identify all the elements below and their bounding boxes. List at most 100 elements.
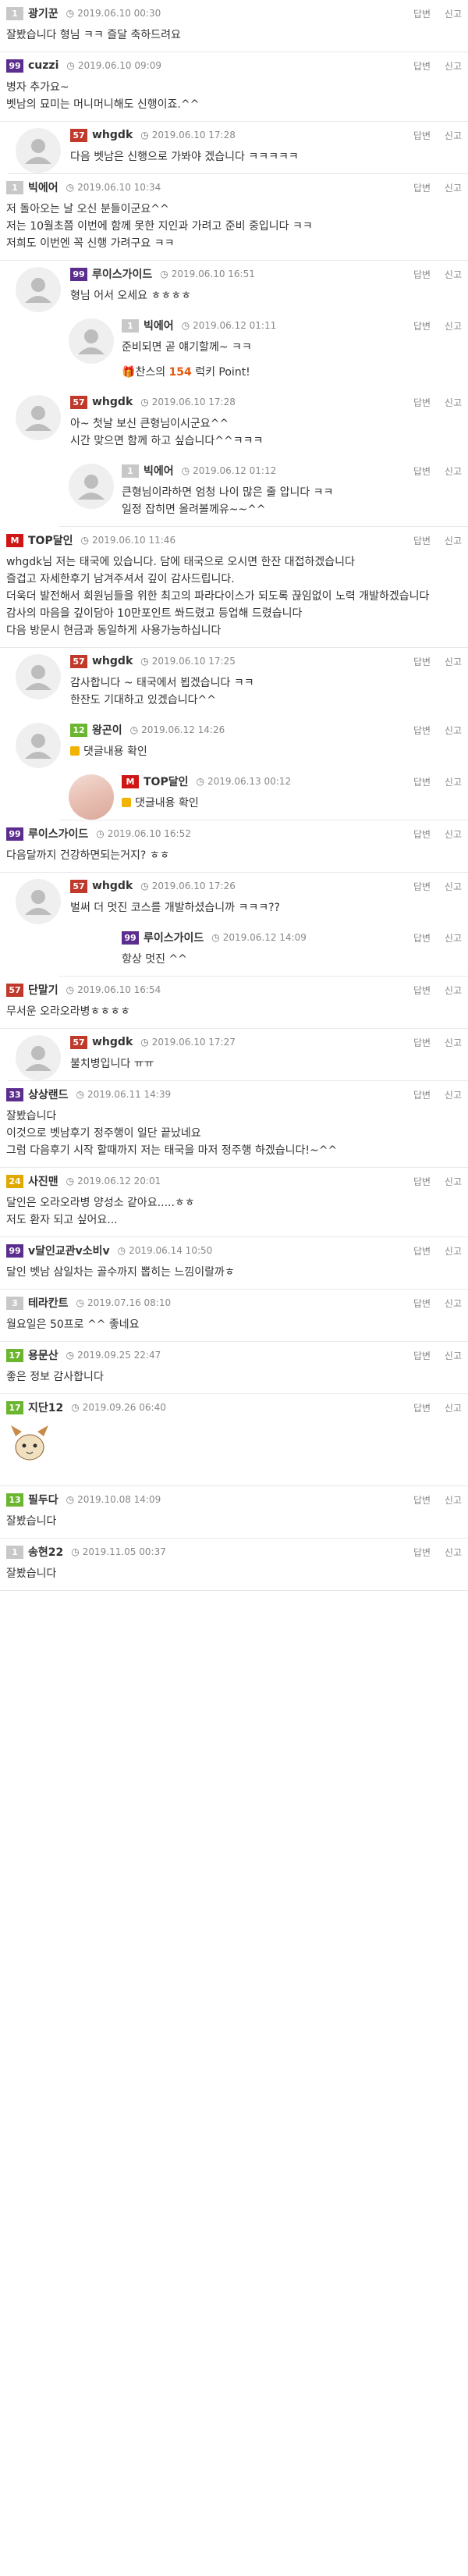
nickname[interactable]: 광기꾼 [28,5,58,21]
report-button[interactable]: 신고 [445,933,462,944]
avatar[interactable] [16,879,61,924]
nickname[interactable]: v달인교관v소비v [28,1243,110,1258]
nickname[interactable]: 루이스가이드 [28,826,88,841]
reply-button[interactable]: 답변 [413,61,431,72]
avatar[interactable] [16,267,61,312]
nickname[interactable]: whgdk [92,129,133,141]
nickname[interactable]: 송현22 [28,1544,63,1560]
nickname[interactable]: 단말기 [28,982,58,998]
reply-button[interactable]: 답변 [413,985,431,996]
nickname[interactable]: TOP달인 [28,532,73,548]
comment-text: 다음달까지 건강하면되는거지? ㅎㅎ [6,849,170,862]
reply-button[interactable]: 답변 [413,397,431,408]
report-button[interactable]: 신고 [445,397,462,408]
report-button[interactable]: 신고 [445,1495,462,1506]
report-button[interactable]: 신고 [445,1246,462,1257]
comment-header: 99 루이스가이드 2019.06.12 14:09 답변 신고 [122,924,462,951]
report-button[interactable]: 신고 [445,985,462,996]
profile-photo[interactable] [69,774,114,820]
nickname[interactable]: whgdk [92,655,133,667]
nickname[interactable]: whgdk [92,1036,133,1048]
reply-button[interactable]: 답변 [413,269,431,280]
nickname[interactable]: 테라칸트 [28,1295,69,1311]
nickname[interactable]: 빅에어 [144,318,174,333]
comment-date: 2019.11.05 00:37 [71,1546,166,1557]
report-button[interactable]: 신고 [445,183,462,194]
reply-button[interactable]: 답변 [413,1495,431,1506]
nickname[interactable]: TOP달인 [144,774,188,789]
reply-button[interactable]: 답변 [413,1176,431,1187]
reply-button[interactable]: 답변 [413,1403,431,1414]
reply-button[interactable]: 답변 [413,829,431,840]
nickname[interactable]: whgdk [92,880,133,892]
nickname[interactable]: 지단12 [28,1400,63,1415]
reply-button[interactable]: 답변 [413,1298,431,1309]
nickname[interactable]: 필두다 [28,1492,58,1507]
avatar[interactable] [69,318,114,364]
nickname[interactable]: 빅에어 [28,180,58,195]
comment-actions: 답변 신고 [402,319,462,333]
report-button[interactable]: 신고 [445,1037,462,1048]
reply-button[interactable]: 답변 [413,881,431,892]
report-button[interactable]: 신고 [445,1547,462,1558]
nickname[interactable]: whgdk [92,396,133,408]
nickname[interactable]: cuzzi [28,59,58,72]
report-button[interactable]: 신고 [445,1176,462,1187]
avatar[interactable] [69,464,114,509]
reply-button[interactable]: 답변 [413,777,431,788]
avatar[interactable] [16,128,61,173]
report-button[interactable]: 신고 [445,130,462,141]
reply-button[interactable]: 답변 [413,130,431,141]
nickname[interactable]: 왕곤이 [92,722,122,738]
nickname[interactable]: 루이스가이드 [92,266,152,282]
comment: 99 루이스가이드 2019.06.12 14:09 답변 신고 항상 멋진 ^… [59,924,468,977]
reply-button[interactable]: 답변 [413,1090,431,1101]
comment-body: 다음 벳남은 신행으로 가봐야 겠습니다 ㅋㅋㅋㅋㅋ [70,148,462,173]
avatar[interactable] [16,654,61,699]
reply-button[interactable]: 답변 [413,1246,431,1257]
nickname[interactable]: 사진맨 [28,1173,58,1189]
nickname[interactable]: 용문산 [28,1347,58,1363]
reply-button[interactable]: 답변 [413,1350,431,1361]
reply-button[interactable]: 답변 [413,183,431,194]
report-button[interactable]: 신고 [445,1298,462,1309]
reply-button[interactable]: 답변 [413,9,431,20]
comment-actions: 답변 신고 [402,1036,462,1049]
comment-body: 병자 추가요~ 벳남의 묘미는 머니머니해도 신행이죠.^^ [6,79,462,121]
report-button[interactable]: 신고 [445,466,462,477]
report-button[interactable]: 신고 [445,269,462,280]
report-button[interactable]: 신고 [445,725,462,736]
level-badge: 99 [70,267,87,281]
reply-button[interactable]: 답변 [413,321,431,332]
reply-button[interactable]: 답변 [413,535,431,546]
avatar[interactable] [16,395,61,440]
point-suffix: 럭키 Point! [191,366,250,379]
report-button[interactable]: 신고 [445,656,462,667]
report-button[interactable]: 신고 [445,61,462,72]
report-button[interactable]: 신고 [445,881,462,892]
report-button[interactable]: 신고 [445,9,462,20]
comment-body: whgdk님 저는 태국에 있습니다. 담에 태국으로 오시면 한잔 대접하겠습… [6,553,462,647]
report-button[interactable]: 신고 [445,1350,462,1361]
nickname[interactable]: 빅에어 [144,463,174,479]
reply-button[interactable]: 답변 [413,725,431,736]
reply-button[interactable]: 답변 [413,1037,431,1048]
reply-button[interactable]: 답변 [413,1547,431,1558]
comment-body [6,1421,462,1485]
reply-button[interactable]: 답변 [413,933,431,944]
comment: 99 v달인교관v소비v 2019.06.14 10:50 답변 신고 달인 벳… [0,1237,468,1290]
report-button[interactable]: 신고 [445,535,462,546]
avatar[interactable] [16,723,61,768]
reply-button[interactable]: 답변 [413,656,431,667]
report-button[interactable]: 신고 [445,829,462,840]
report-button[interactable]: 신고 [445,1090,462,1101]
level-badge: 57 [70,654,87,668]
nickname[interactable]: 루이스가이드 [144,930,204,945]
nickname[interactable]: 상상랜드 [28,1087,69,1102]
reply-button[interactable]: 답변 [413,466,431,477]
comment-header: 12 왕곤이 2019.06.12 14:26 답변 신고 [70,717,462,743]
report-button[interactable]: 신고 [445,1403,462,1414]
report-button[interactable]: 신고 [445,777,462,788]
avatar[interactable] [16,1035,61,1080]
report-button[interactable]: 신고 [445,321,462,332]
